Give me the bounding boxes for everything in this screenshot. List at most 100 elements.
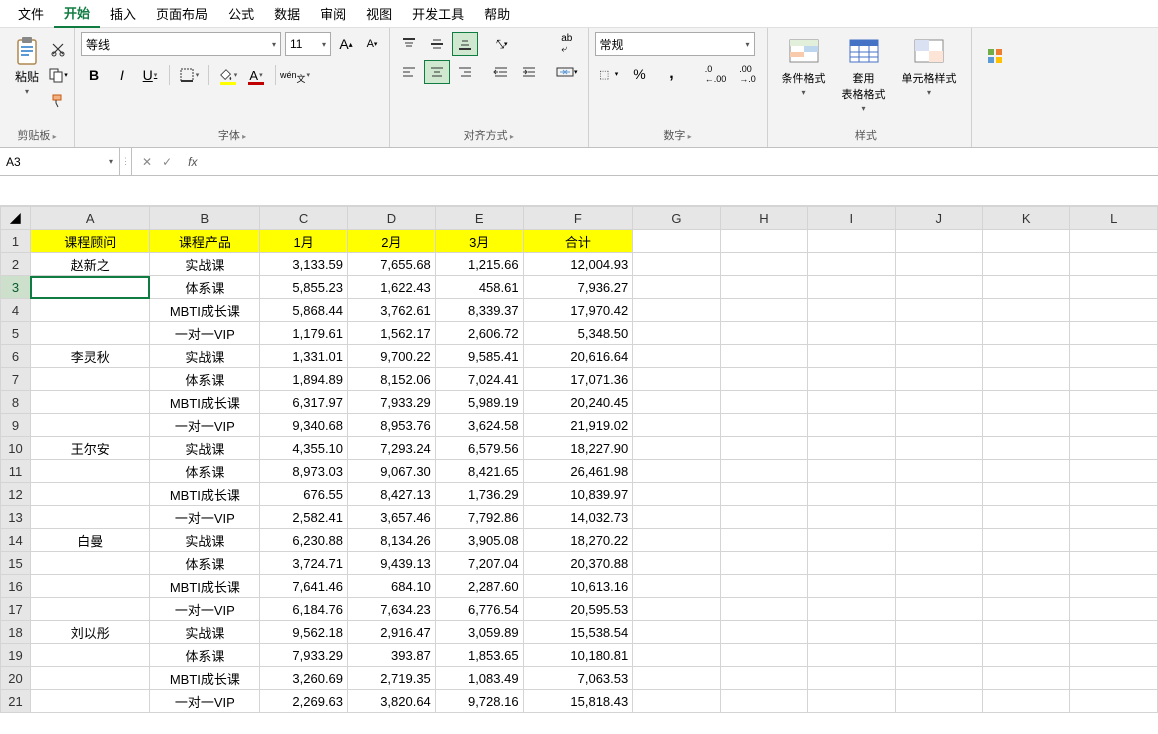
cell[interactable]: 4,355.10	[260, 437, 348, 460]
cell[interactable]	[1070, 598, 1158, 621]
cell[interactable]: 白曼	[30, 529, 150, 552]
cell[interactable]: 实战课	[150, 621, 260, 644]
menu-item-4[interactable]: 公式	[218, 0, 264, 27]
cell[interactable]: 7,933.29	[348, 391, 436, 414]
col-header-C[interactable]: C	[260, 207, 348, 230]
cell[interactable]: 3,260.69	[260, 667, 348, 690]
cell[interactable]: 20,595.53	[523, 598, 633, 621]
increase-font-button[interactable]: A▴	[335, 32, 357, 56]
cell[interactable]	[30, 483, 150, 506]
menu-item-9[interactable]: 帮助	[474, 0, 520, 27]
cell[interactable]	[808, 529, 895, 552]
decrease-font-button[interactable]: A▾	[361, 32, 383, 56]
cell[interactable]	[30, 690, 150, 713]
cell[interactable]: 15,818.43	[523, 690, 633, 713]
cell[interactable]	[808, 621, 895, 644]
cell[interactable]	[895, 506, 982, 529]
row-header-12[interactable]: 12	[1, 483, 31, 506]
cell[interactable]	[1070, 621, 1158, 644]
decrease-decimal-button[interactable]: .00→.0	[735, 62, 761, 86]
cell[interactable]	[720, 460, 807, 483]
cell[interactable]	[895, 690, 982, 713]
cell[interactable]: 458.61	[435, 276, 523, 299]
cell[interactable]: 5,855.23	[260, 276, 348, 299]
cell[interactable]	[808, 460, 895, 483]
cell[interactable]	[808, 368, 895, 391]
cell[interactable]	[633, 621, 720, 644]
menu-item-0[interactable]: 文件	[8, 0, 54, 27]
cell[interactable]	[895, 414, 982, 437]
cell[interactable]	[983, 621, 1070, 644]
row-header-1[interactable]: 1	[1, 230, 31, 253]
cell[interactable]	[983, 690, 1070, 713]
cell[interactable]	[1070, 460, 1158, 483]
cell[interactable]	[1070, 414, 1158, 437]
cell[interactable]	[720, 230, 807, 253]
row-header-8[interactable]: 8	[1, 391, 31, 414]
cell[interactable]	[895, 552, 982, 575]
cell[interactable]: 体系课	[150, 644, 260, 667]
cell[interactable]: 3,762.61	[348, 299, 436, 322]
cell[interactable]	[30, 299, 150, 322]
conditional-format-button[interactable]: 条件格式 ▾	[774, 32, 834, 99]
cell[interactable]: 21,919.02	[523, 414, 633, 437]
cell[interactable]: 7,933.29	[260, 644, 348, 667]
cell[interactable]	[633, 276, 720, 299]
col-header-I[interactable]: I	[808, 207, 895, 230]
cell[interactable]: 3,624.58	[435, 414, 523, 437]
cell[interactable]: 10,839.97	[523, 483, 633, 506]
cell[interactable]: 体系课	[150, 460, 260, 483]
row-header-3[interactable]: 3	[1, 276, 31, 299]
number-format-select[interactable]: 常规▾	[595, 32, 755, 56]
cell[interactable]	[1070, 368, 1158, 391]
cell[interactable]	[808, 483, 895, 506]
cell[interactable]: 7,293.24	[348, 437, 436, 460]
cell[interactable]	[633, 598, 720, 621]
cell[interactable]	[895, 322, 982, 345]
cell[interactable]	[30, 414, 150, 437]
row-header-21[interactable]: 21	[1, 690, 31, 713]
cell[interactable]	[720, 276, 807, 299]
cell[interactable]: 7,634.23	[348, 598, 436, 621]
cell[interactable]: 体系课	[150, 552, 260, 575]
cell[interactable]: 20,370.88	[523, 552, 633, 575]
cell[interactable]	[30, 575, 150, 598]
cell[interactable]	[983, 276, 1070, 299]
cell[interactable]	[895, 667, 982, 690]
cell[interactable]	[720, 575, 807, 598]
header-cell[interactable]: 1月	[260, 230, 348, 253]
cell[interactable]	[633, 460, 720, 483]
cell[interactable]	[895, 345, 982, 368]
format-as-table-button[interactable]: 套用 表格格式 ▾	[834, 32, 894, 115]
cell[interactable]	[808, 391, 895, 414]
cell[interactable]	[720, 483, 807, 506]
row-header-19[interactable]: 19	[1, 644, 31, 667]
cell[interactable]: 一对一VIP	[150, 322, 260, 345]
cell[interactable]	[30, 506, 150, 529]
cell[interactable]	[983, 299, 1070, 322]
cell[interactable]	[808, 322, 895, 345]
cell[interactable]: 9,067.30	[348, 460, 436, 483]
comma-button[interactable]: ,	[659, 62, 685, 86]
name-box-handle[interactable]: ⋮	[120, 148, 132, 175]
cell[interactable]: 7,936.27	[523, 276, 633, 299]
cell[interactable]: 7,792.86	[435, 506, 523, 529]
cell[interactable]	[1070, 552, 1158, 575]
cell[interactable]: MBTI成长课	[150, 299, 260, 322]
cell[interactable]: 一对一VIP	[150, 690, 260, 713]
cell[interactable]	[720, 644, 807, 667]
cell[interactable]	[895, 529, 982, 552]
cell[interactable]: 6,184.76	[260, 598, 348, 621]
cell[interactable]	[633, 230, 720, 253]
cell[interactable]	[808, 575, 895, 598]
cell[interactable]	[895, 276, 982, 299]
cell[interactable]	[30, 322, 150, 345]
cell[interactable]: 8,973.03	[260, 460, 348, 483]
border-button[interactable]: ▾	[176, 62, 202, 88]
cell[interactable]	[983, 575, 1070, 598]
cell[interactable]	[983, 483, 1070, 506]
cell[interactable]	[895, 575, 982, 598]
orientation-button[interactable]: ⤡▾	[488, 32, 514, 56]
cell[interactable]: 3,133.59	[260, 253, 348, 276]
cell[interactable]: 7,655.68	[348, 253, 436, 276]
